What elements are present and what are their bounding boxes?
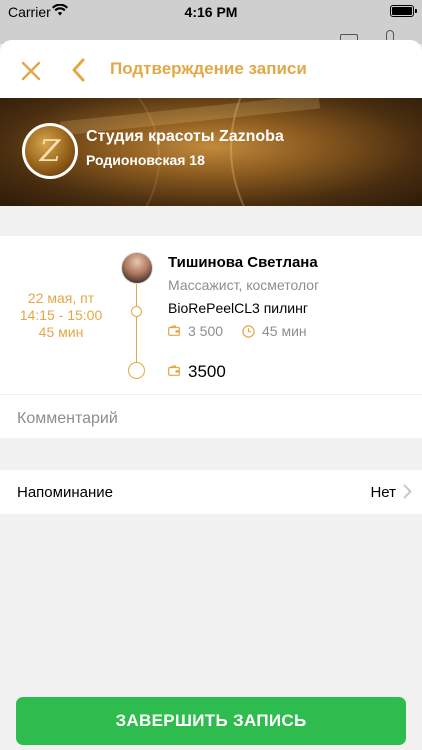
service-price: 3 500 (188, 323, 224, 339)
timeline-line (136, 284, 137, 368)
comment-field[interactable]: Комментарий (0, 394, 422, 438)
chevron-right-icon (403, 484, 412, 499)
status-bar: Carrier 4:16 PM (0, 0, 422, 24)
total-wallet-icon (168, 365, 180, 376)
booking-card: 22 мая, пт 14:15 - 15:00 45 мин Тишинова… (0, 236, 422, 394)
booking-duration: 45 мин (38, 324, 84, 340)
reminder-row[interactable]: Напоминание Нет (0, 470, 422, 514)
nav-bar: Подтверждение записи (0, 40, 422, 98)
timeline-dot-total (128, 362, 145, 379)
booking-total: 3500 (188, 362, 226, 381)
reminder-value: Нет (370, 484, 396, 501)
back-chevron-icon[interactable] (68, 56, 90, 84)
master-role: Массажист, косметолог (168, 277, 320, 293)
salon-banner: Z Студия красоты Zaznoba Родионовская 18 (0, 98, 422, 206)
battery-icon (390, 5, 417, 17)
booking-date: 22 мая, пт (27, 290, 95, 306)
booking-time-range: 14:15 - 15:00 (19, 307, 103, 323)
page-title: Подтверждение записи (110, 59, 307, 78)
master-name: Тишинова Светлана (168, 254, 318, 271)
booking-confirmation-sheet: Подтверждение записи Z Студия красоты Za… (0, 40, 422, 750)
salon-name: Студия красоты Zaznoba (86, 128, 284, 145)
close-icon[interactable] (18, 58, 44, 84)
wallet-icon (168, 325, 180, 336)
service-duration: 45 мин (262, 323, 307, 339)
salon-logo-letter: Z (25, 126, 75, 176)
salon-logo: Z (22, 123, 78, 179)
service-meta: 3 500 45 мин (168, 323, 368, 339)
booking-datetime: 22 мая, пт 14:15 - 15:00 45 мин (16, 290, 106, 341)
comment-placeholder: Комментарий (17, 410, 118, 427)
clock-icon (242, 325, 255, 338)
salon-address: Родионовская 18 (86, 152, 205, 168)
service-name: BioRePeelCL3 пилинг (168, 300, 308, 316)
timeline-dot-service (131, 306, 142, 317)
clock-time: 4:16 PM (184, 4, 238, 20)
complete-booking-button[interactable]: ЗАВЕРШИТЬ ЗАПИСЬ (16, 697, 406, 745)
master-avatar[interactable] (121, 252, 153, 284)
reminder-label: Напоминание (17, 484, 113, 501)
